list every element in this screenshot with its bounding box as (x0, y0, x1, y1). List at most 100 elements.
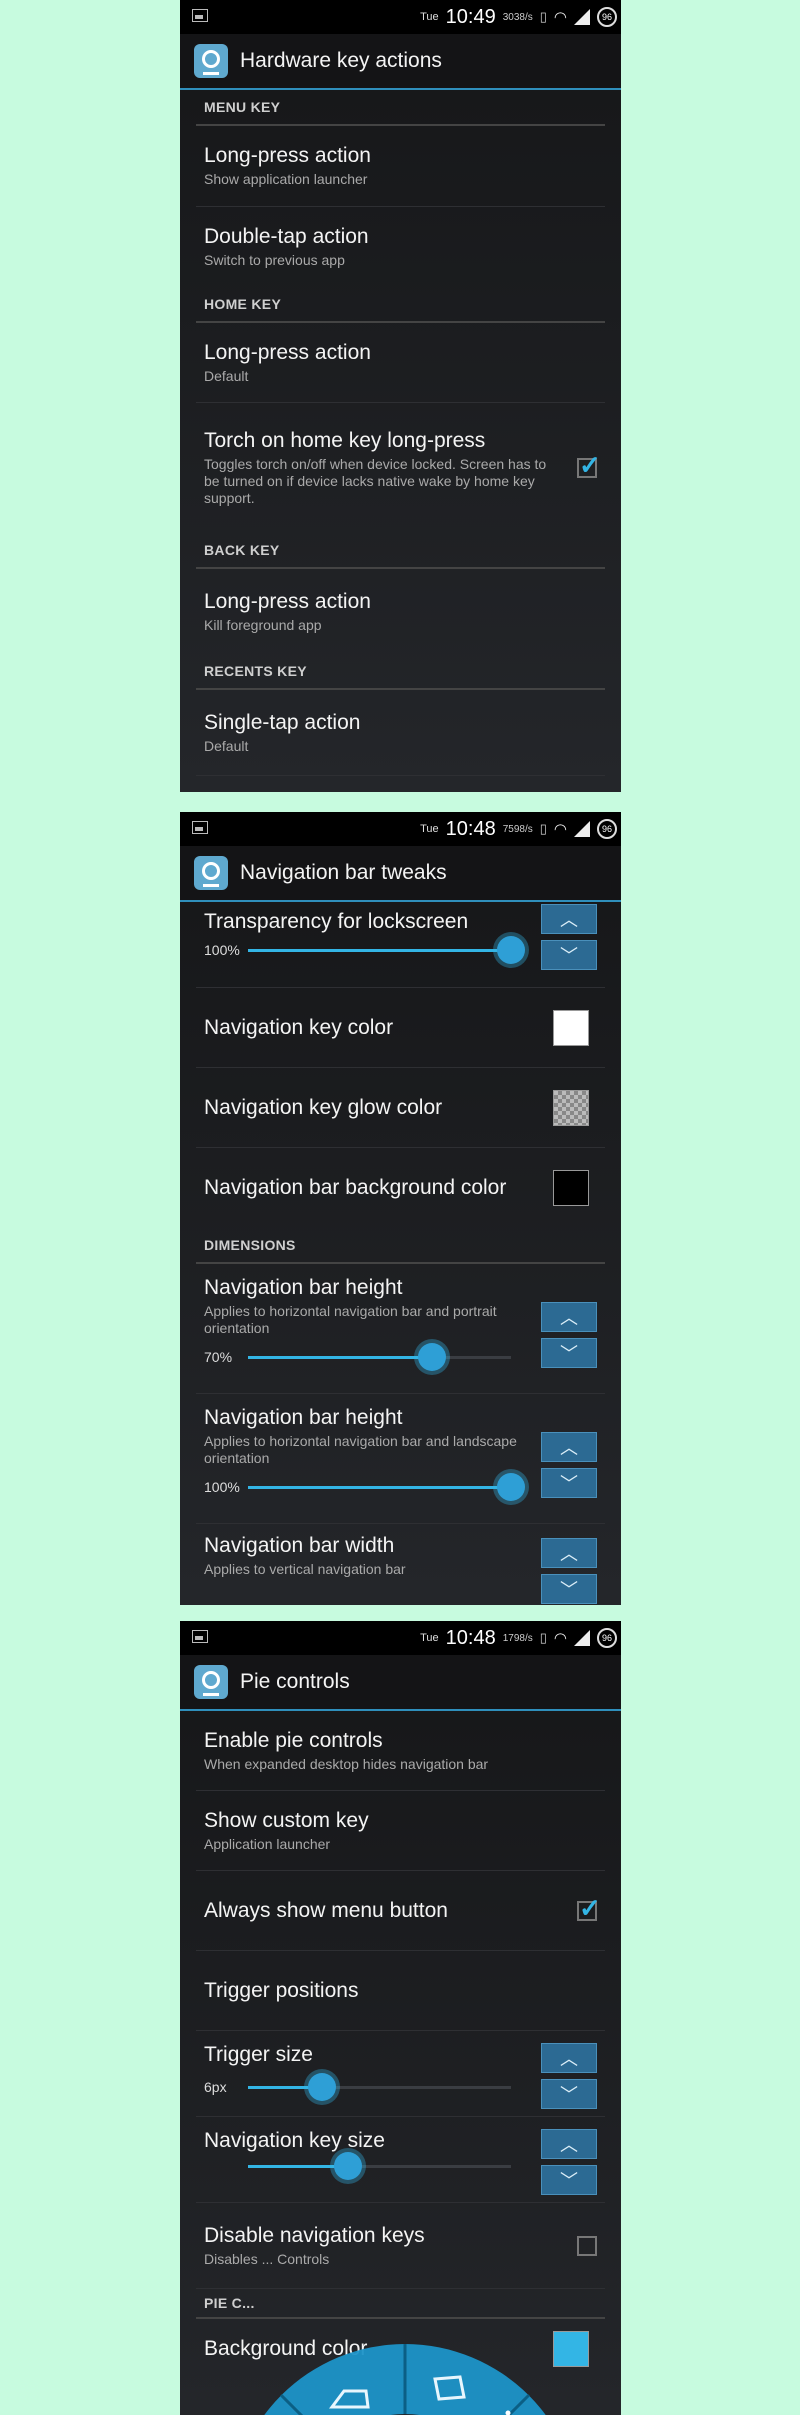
status-clock: 10:49 (445, 5, 496, 28)
disable-navigation-keys-pref[interactable]: Disable navigation keys Disables ... Cont… (196, 2203, 605, 2289)
pref-summary: Application launcher (204, 1835, 331, 1852)
pref-title: Navigation key glow color (204, 1095, 443, 1119)
pie-control-overlay[interactable] (220, 2279, 590, 2415)
color-swatch (553, 1009, 589, 1046)
nav-bar-height-portrait-pref: Navigation bar height Applies to horizon… (196, 1264, 605, 1394)
pref-summary: Default (204, 737, 249, 754)
gallery-notification-icon (192, 1630, 208, 1643)
slider-thumb[interactable] (497, 935, 525, 964)
navigation-bar-bg-color-pref[interactable]: Navigation bar background color (196, 1148, 605, 1228)
slider-value: 6px (204, 2079, 227, 2095)
screen-navigation-bar-tweaks: Tue 10:48 7598/s ▯ ◠ 96 Navigation bar t… (180, 812, 621, 1605)
key-size-slider[interactable] (248, 2152, 511, 2180)
color-swatch (553, 1170, 589, 1206)
pref-summary: Show application launcher (204, 171, 368, 187)
pref-title: Transparency for lockscreen (204, 910, 469, 933)
pref-summary: Applies to horizontal navigation bar and… (204, 1433, 517, 1466)
slider-thumb[interactable] (418, 1342, 447, 1371)
back-long-press-pref[interactable]: Long-press action Kill foreground app (196, 569, 605, 654)
app-icon[interactable] (194, 44, 228, 78)
pref-summary: Applies to horizontal navigation bar and… (204, 1303, 497, 1336)
pref-title: Disable navigation keys (204, 2223, 425, 2247)
disable-keys-checkbox[interactable] (577, 2235, 597, 2256)
slider-value: 100% (204, 942, 240, 958)
slider-thumb[interactable] (497, 1472, 525, 1501)
decrease-button[interactable]: ﹀ (541, 2165, 597, 2195)
pref-summary: Applies to vertical navigation bar (204, 1561, 406, 1577)
always-show-menu-pref[interactable]: Always show menu button (196, 1871, 605, 1951)
pref-title: Double-tap action (204, 225, 369, 248)
menu-button-checkbox[interactable] (577, 1893, 601, 1924)
vibrate-icon: ▯ (539, 1630, 547, 1645)
torch-home-key-pref[interactable]: Torch on home key long-press Toggles torc… (196, 403, 605, 533)
category-menu-key: MENU KEY (196, 90, 605, 126)
trigger-positions-pref[interactable]: Trigger positions (196, 1951, 605, 2031)
pref-title: Long-press action (204, 144, 371, 167)
decrease-button[interactable]: ﹀ (541, 2079, 597, 2109)
pref-title: Navigation bar width (204, 1534, 395, 1557)
pref-title: Torch on home key long-press (204, 429, 486, 452)
gallery-notification-icon (192, 9, 208, 22)
category-recents-key: RECENTS KEY (196, 654, 605, 690)
pref-summary: Kill foreground app (204, 616, 322, 633)
increase-button[interactable]: ︿ (541, 1302, 597, 1332)
slider-thumb[interactable] (307, 2072, 336, 2101)
transparency-lockscreen-pref: Transparency for lockscreen 100% ︿ ﹀ (196, 902, 605, 988)
category-back-key: BACK KEY (196, 533, 605, 569)
increase-button[interactable]: ︿ (541, 904, 597, 934)
increase-button[interactable]: ︿ (541, 1432, 597, 1462)
slider-thumb[interactable] (333, 2152, 362, 2180)
pref-title: Trigger size (204, 2043, 313, 2066)
navigation-key-color-pref[interactable]: Navigation key color (196, 988, 605, 1068)
home-long-press-pref[interactable]: Long-press action Default (196, 323, 605, 403)
wifi-icon: ◠ (553, 9, 567, 26)
increase-button[interactable]: ︿ (541, 1538, 597, 1568)
pref-summary: Toggles torch on/off when device locked.… (204, 456, 547, 506)
status-day: Tue (420, 823, 439, 835)
action-bar: Navigation bar tweaks (180, 846, 621, 902)
slider-value: 70% (204, 1349, 233, 1365)
pref-title: Single-tap action (204, 710, 361, 734)
increase-button[interactable]: ︿ (541, 2129, 597, 2159)
recents-single-tap-pref[interactable]: Single-tap action Default (196, 690, 605, 776)
menu-double-tap-pref[interactable]: Double-tap action Switch to previous app (196, 207, 605, 287)
decrease-button[interactable]: ﹀ (541, 1468, 597, 1498)
slider-value: 100% (204, 1479, 240, 1495)
transparency-slider[interactable] (248, 935, 525, 964)
battery-icon: 96 (597, 7, 617, 27)
screen-pie-controls: Tue 10:48 1798/s ▯ ◠ 96 Pie controls Ena… (180, 1621, 621, 2415)
pref-title: Navigation bar height (204, 1276, 403, 1299)
nav-height-landscape-slider[interactable] (248, 1472, 525, 1501)
nav-bar-width-pref: Navigation bar width Applies to vertical… (196, 1524, 605, 1604)
pref-summary: Default (204, 367, 249, 384)
decrease-button[interactable]: ﹀ (541, 940, 597, 970)
pref-title: Long-press action (204, 589, 371, 613)
trigger-size-slider[interactable] (248, 2072, 511, 2101)
action-bar: Pie controls (180, 1655, 621, 1711)
app-icon[interactable] (194, 856, 228, 890)
increase-button[interactable]: ︿ (541, 2043, 597, 2073)
page-title: Navigation bar tweaks (240, 861, 447, 884)
enable-pie-controls-pref[interactable]: Enable pie controls When expanded desktop… (196, 1711, 605, 1791)
nav-bar-height-landscape-pref: Navigation bar height Applies to horizon… (196, 1394, 605, 1524)
wifi-icon: ◠ (553, 821, 567, 838)
pref-title: Navigation key size (204, 2129, 385, 2152)
transparent-color-swatch (553, 1089, 589, 1126)
status-clock: 10:48 (445, 817, 496, 840)
signal-icon (574, 821, 590, 837)
nav-height-portrait-slider[interactable] (248, 1342, 511, 1371)
status-day: Tue (420, 1632, 439, 1644)
torch-checkbox[interactable] (577, 450, 601, 481)
signal-icon (574, 1630, 590, 1646)
show-custom-key-pref[interactable]: Show custom key Application launcher (196, 1791, 605, 1871)
navigation-key-glow-color-pref[interactable]: Navigation key glow color (196, 1068, 605, 1148)
status-day: Tue (420, 11, 439, 23)
menu-long-press-pref[interactable]: Long-press action Show application launch… (196, 126, 605, 207)
status-bar: Tue 10:48 1798/s ▯ ◠ 96 (180, 1621, 621, 1655)
network-speed: 1798/s (502, 1632, 533, 1644)
decrease-button[interactable]: ﹀ (541, 1574, 597, 1604)
decrease-button[interactable]: ﹀ (541, 1338, 597, 1368)
app-icon[interactable] (194, 1665, 228, 1699)
pref-title: Always show menu button (204, 1898, 448, 1922)
category-dimensions: DIMENSIONS (196, 1228, 605, 1264)
